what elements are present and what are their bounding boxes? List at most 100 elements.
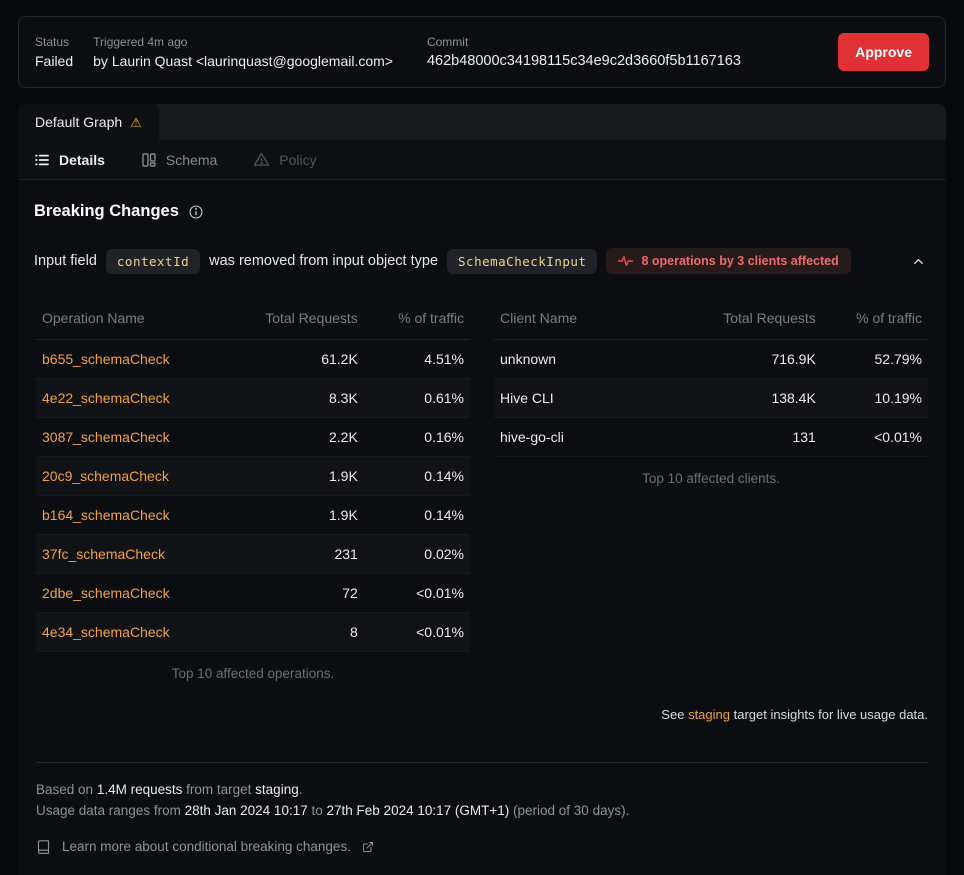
columns-icon [141, 152, 157, 168]
operation-link[interactable]: b655_schemaCheck [42, 351, 170, 367]
table-row: unknown 716.9K 52.79% [494, 340, 928, 379]
requests-cell: 72 [236, 574, 366, 613]
traffic-cell: 0.61% [366, 379, 470, 418]
traffic-cell: 0.02% [366, 535, 470, 574]
operation-link[interactable]: b164_schemaCheck [42, 507, 170, 523]
operations-table: Operation Name Total Requests % of traff… [36, 298, 470, 652]
book-icon [36, 839, 51, 855]
staging-link[interactable]: staging [688, 707, 730, 722]
operations-header-row: Operation Name Total Requests % of traff… [36, 298, 470, 340]
triggered-label: Triggered 4m ago [93, 35, 393, 49]
change-middle: was removed from input object type [209, 253, 438, 269]
col-operation-name: Operation Name [36, 298, 236, 340]
external-link-icon [362, 841, 374, 853]
table-row: Hive CLI 138.4K 10.19% [494, 379, 928, 418]
operation-link[interactable]: 2dbe_schemaCheck [42, 585, 170, 601]
graph-tab-bar: Default Graph ⚠ [18, 104, 946, 140]
operation-link[interactable]: 3087_schemaCheck [42, 429, 170, 445]
impact-badge-label: 8 operations by 3 clients affected [641, 254, 838, 268]
range-to-text: to [311, 803, 322, 818]
requests-cell: 231 [236, 535, 366, 574]
breaking-change-row: Input field contextId was removed from i… [34, 248, 930, 274]
col-client-name: Client Name [494, 298, 694, 340]
tab-schema[interactable]: Schema [141, 152, 217, 168]
table-row: b164_schemaCheck 1.9K 0.14% [36, 496, 470, 535]
section-title: Breaking Changes [34, 202, 179, 221]
requests-cell: 716.9K [694, 340, 824, 379]
clients-caption: Top 10 affected clients. [494, 471, 928, 486]
clients-header-row: Client Name Total Requests % of traffic [494, 298, 928, 340]
graph-tab-label: Default Graph [35, 114, 122, 130]
traffic-cell: 10.19% [824, 379, 928, 418]
table-row: 4e22_schemaCheck 8.3K 0.61% [36, 379, 470, 418]
range-period-text: (period of 30 days). [513, 803, 629, 818]
footer-divider [36, 762, 928, 763]
client-name-cell: unknown [494, 340, 694, 379]
triggered-author: by Laurin Quast <laurinquast@googlemail.… [93, 53, 393, 69]
change-prefix: Input field [34, 253, 97, 269]
requests-cell: 61.2K [236, 340, 366, 379]
col-total-requests: Total Requests [694, 298, 824, 340]
tab-default-graph[interactable]: Default Graph ⚠ [18, 104, 159, 140]
tab-schema-label: Schema [166, 152, 217, 168]
insights-note-pre: See [661, 707, 684, 722]
col-traffic: % of traffic [824, 298, 928, 340]
requests-cell: 138.4K [694, 379, 824, 418]
status-group: Status Failed [35, 35, 73, 69]
operations-caption: Top 10 affected operations. [36, 666, 470, 681]
from-target-text: from target [186, 782, 251, 797]
requests-cell: 8.3K [236, 379, 366, 418]
breaking-changes-header: Breaking Changes [34, 202, 930, 221]
operation-link[interactable]: 20c9_schemaCheck [42, 468, 169, 484]
list-icon [34, 152, 50, 168]
traffic-cell: <0.01% [366, 574, 470, 613]
range-start-date: 28th Jan 2024 10:17 [185, 803, 308, 818]
clients-table-wrap: Client Name Total Requests % of traffic … [494, 298, 928, 681]
requests-cell: 131 [694, 418, 824, 457]
chevron-up-icon [911, 254, 926, 269]
usage-summary-line2: Usage data ranges from 28th Jan 2024 10:… [36, 801, 930, 822]
usage-summary: Based on 1.4M requests from target stagi… [34, 780, 930, 822]
operation-link[interactable]: 4e34_schemaCheck [42, 624, 170, 640]
tab-policy[interactable]: Policy [253, 151, 316, 168]
change-type-chip: SchemaCheckInput [447, 249, 597, 274]
collapse-chevron-button[interactable] [907, 250, 930, 273]
col-total-requests: Total Requests [236, 298, 366, 340]
operation-link[interactable]: 37fc_schemaCheck [42, 546, 165, 562]
client-name-cell: hive-go-cli [494, 418, 694, 457]
target-name: staging [255, 782, 299, 797]
operation-link[interactable]: 4e22_schemaCheck [42, 390, 170, 406]
schema-check-page: Status Failed Triggered 4m ago by Laurin… [0, 16, 964, 875]
clients-table: Client Name Total Requests % of traffic … [494, 298, 928, 457]
traffic-cell: <0.01% [366, 613, 470, 652]
commit-hash: 462b48000c34198115c34e9c2d3660f5b1167163 [427, 53, 741, 69]
learn-more-link[interactable]: Learn more about conditional breaking ch… [34, 839, 930, 855]
usage-summary-line1: Based on 1.4M requests from target stagi… [36, 780, 930, 801]
table-row: hive-go-cli 131 <0.01% [494, 418, 928, 457]
traffic-cell: 4.51% [366, 340, 470, 379]
requests-cell: 2.2K [236, 418, 366, 457]
insights-note-post: target insights for live usage data. [734, 707, 928, 722]
tab-details[interactable]: Details [34, 152, 105, 168]
traffic-cell: 52.79% [824, 340, 928, 379]
impact-badge[interactable]: 8 operations by 3 clients affected [606, 248, 850, 274]
client-name-cell: Hive CLI [494, 379, 694, 418]
requests-cell: 8 [236, 613, 366, 652]
table-row: 4e34_schemaCheck 8 <0.01% [36, 613, 470, 652]
commit-group: Commit 462b48000c34198115c34e9c2d3660f5b… [427, 35, 741, 69]
check-nav-toolbar: Details Schema Policy [18, 140, 946, 180]
tab-details-label: Details [59, 152, 105, 168]
warning-icon: ⚠ [130, 116, 142, 129]
requests-cell: 1.9K [236, 457, 366, 496]
traffic-cell: <0.01% [824, 418, 928, 457]
approve-button[interactable]: Approve [838, 33, 929, 71]
insights-note: See staging target insights for live usa… [34, 707, 930, 722]
usage-tables: Operation Name Total Requests % of traff… [34, 298, 930, 681]
graph-tabs-card: Default Graph ⚠ Details [18, 104, 946, 875]
requests-cell: 1.9K [236, 496, 366, 535]
info-icon[interactable] [189, 205, 203, 219]
triggered-group: Triggered 4m ago by Laurin Quast <laurin… [93, 35, 393, 69]
traffic-cell: 0.14% [366, 457, 470, 496]
based-on-text: Based on [36, 782, 93, 797]
request-count: 1.4M requests [97, 782, 183, 797]
